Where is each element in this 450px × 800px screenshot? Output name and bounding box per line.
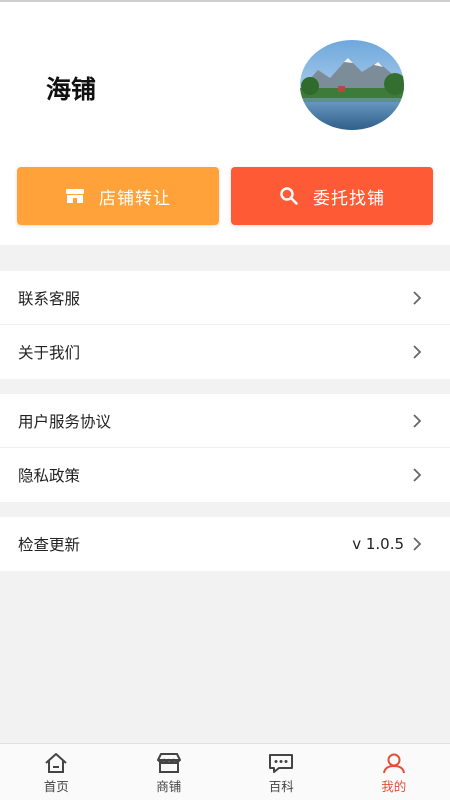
menu-group-support: 联系客服 关于我们	[0, 271, 450, 379]
store-icon	[66, 189, 84, 203]
menu-item-label: 隐私政策	[18, 467, 81, 485]
menu-group-legal: 用户服务协议 隐私政策	[0, 394, 450, 502]
menu-item-contact[interactable]: 联系客服	[0, 271, 450, 325]
chevron-right-icon	[413, 345, 422, 359]
store-icon	[156, 753, 181, 773]
profile-header: 海铺 店铺转让 委托找铺	[0, 2, 450, 245]
tab-shops[interactable]: 商铺	[113, 744, 226, 800]
menu-group-update: 检查更新 v 1.0.5	[0, 517, 450, 571]
menu-item-label: 检查更新	[18, 536, 81, 554]
menu-item-label: 关于我们	[18, 344, 81, 362]
app-title: 海铺	[46, 75, 97, 104]
tab-label: 我的	[381, 779, 407, 794]
shop-transfer-button[interactable]: 店铺转让	[17, 167, 219, 225]
tab-label: 百科	[268, 779, 294, 794]
menu-item-agreement[interactable]: 用户服务协议	[0, 394, 450, 448]
home-icon	[45, 753, 67, 773]
chevron-right-icon	[413, 468, 422, 482]
tab-wiki[interactable]: 百科	[225, 744, 338, 800]
user-icon	[382, 753, 405, 774]
tab-label: 首页	[43, 779, 69, 794]
tab-home[interactable]: 首页	[0, 744, 113, 800]
tab-mine[interactable]: 我的	[338, 744, 450, 800]
find-shop-button[interactable]: 委托找铺	[231, 167, 433, 225]
chevron-right-icon	[413, 537, 422, 551]
bottom-tab-bar: 首页 商铺 百科 我的	[0, 743, 450, 800]
shop-transfer-label: 店铺转让	[99, 188, 171, 209]
menu-item-about[interactable]: 关于我们	[0, 325, 450, 379]
find-shop-label: 委托找铺	[313, 188, 385, 209]
chat-icon	[269, 754, 294, 773]
menu-item-check-update[interactable]: 检查更新 v 1.0.5	[0, 517, 450, 571]
search-icon	[280, 187, 298, 205]
avatar[interactable]	[300, 40, 404, 130]
landscape-image	[300, 40, 404, 130]
chevron-right-icon	[413, 290, 422, 305]
tab-label: 商铺	[156, 779, 182, 794]
menu-item-label: 联系客服	[18, 289, 81, 308]
version-text: v 1.0.5	[352, 535, 404, 553]
menu-item-label: 用户服务协议	[18, 412, 112, 431]
chevron-right-icon	[413, 413, 422, 428]
menu-item-privacy[interactable]: 隐私政策	[0, 448, 450, 502]
